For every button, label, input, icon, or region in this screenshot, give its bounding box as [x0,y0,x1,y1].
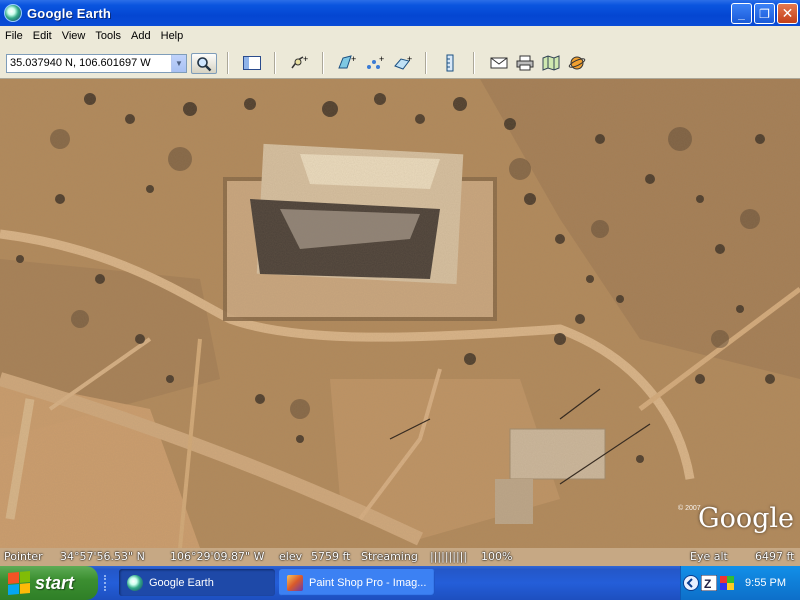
title-bar: Google Earth _ ❐ ✕ [0,0,800,26]
toolbar-separator [473,52,475,74]
minimize-button[interactable]: _ [731,3,752,24]
google-earth-icon [127,574,143,591]
chevron-left-icon[interactable] [683,575,699,591]
ruler-icon [446,54,454,72]
start-label: start [35,572,75,593]
search-value: 35.037940 N, 106.601697 W [10,57,151,69]
audio-icon[interactable] [719,575,735,591]
google-earth-icon [4,4,22,22]
sidebar-icon [243,56,261,70]
taskbar-item-google-earth[interactable]: Google Earth [119,569,275,596]
menu-tools[interactable]: Tools [90,30,126,42]
add-image-overlay-button[interactable]: + [393,54,413,72]
svg-text:+: + [379,54,384,64]
search-icon [197,56,212,71]
close-button[interactable]: ✕ [777,3,798,24]
email-button[interactable] [489,54,509,72]
zonealarm-icon[interactable]: Z [700,574,718,592]
toolbar: 35.037940 N, 106.601697 W ▼ + + + + [0,46,800,79]
eye-altitude-value: 6497 ft [755,550,795,563]
envelope-icon [490,57,508,69]
placemark-pin-icon: + [291,54,308,69]
taskbar-item-paint-shop-pro[interactable]: Paint Shop Pro - Imag... [279,569,435,596]
toolbar-separator [425,52,427,74]
menu-add[interactable]: Add [126,30,156,42]
streaming-percent: 100% [481,550,513,563]
menu-edit[interactable]: Edit [28,30,57,42]
google-logo: Google [698,503,794,534]
svg-text:+: + [351,54,356,64]
pointer-latitude: 34°57'56.53" N [60,550,145,563]
streaming-progress-bar: |||||||||| [430,550,468,563]
search-button[interactable] [191,53,217,74]
view-in-maps-button[interactable] [541,54,561,72]
menu-file[interactable]: File [0,30,28,42]
system-clock: 9:55 PM [745,577,786,589]
pointer-label: Pointer [4,550,43,563]
printer-icon [516,55,534,71]
image-overlay-icon: + [394,54,412,70]
task-label: Paint Shop Pro - Imag... [309,576,427,589]
windows-flag-icon [8,571,30,595]
maximize-button[interactable]: ❐ [754,3,775,24]
path-icon: + [367,54,384,69]
add-placemark-button[interactable]: + [289,54,309,72]
svg-text:+: + [407,54,412,64]
sidebar-toggle-button[interactable] [242,54,262,72]
menu-help[interactable]: Help [156,30,189,42]
add-polygon-button[interactable]: + [337,54,357,72]
planet-icon [568,56,586,70]
svg-text:Z: Z [704,577,711,591]
sky-button[interactable] [567,54,587,72]
taskbar: start Google Earth Paint Shop Pro - Imag… [0,566,800,600]
pointer-longitude: 106°29'09.87" W [170,550,265,563]
svg-text:+: + [303,54,308,64]
paint-shop-pro-icon [287,574,303,591]
toolbar-separator [322,52,324,74]
task-label: Google Earth [149,576,214,589]
window-title: Google Earth [27,5,112,21]
ruler-button[interactable] [440,54,460,72]
streaming-label: Streaming [361,550,418,563]
status-bar: Pointer 34°57'56.53" N 106°29'09.87" W e… [0,548,800,566]
elevation-value: 5759 ft [311,550,351,563]
elevation-label: elev [279,550,303,563]
quick-launch-grip[interactable] [104,575,110,591]
eye-altitude-label: Eye alt [690,550,728,563]
satellite-map-view[interactable] [0,79,800,548]
satellite-imagery [0,79,800,548]
menu-bar: File Edit View Tools Add Help [0,26,800,46]
toolbar-separator [274,52,276,74]
menu-view[interactable]: View [57,30,91,42]
print-button[interactable] [515,54,535,72]
add-path-button[interactable]: + [365,54,385,72]
search-dropdown-button[interactable]: ▼ [171,55,186,72]
search-input[interactable]: 35.037940 N, 106.601697 W ▼ [6,54,187,73]
system-tray: Z 9:55 PM [680,566,800,600]
map-icon [542,55,560,71]
polygon-icon: + [338,54,356,69]
start-button[interactable]: start [0,566,98,600]
toolbar-separator [227,52,229,74]
